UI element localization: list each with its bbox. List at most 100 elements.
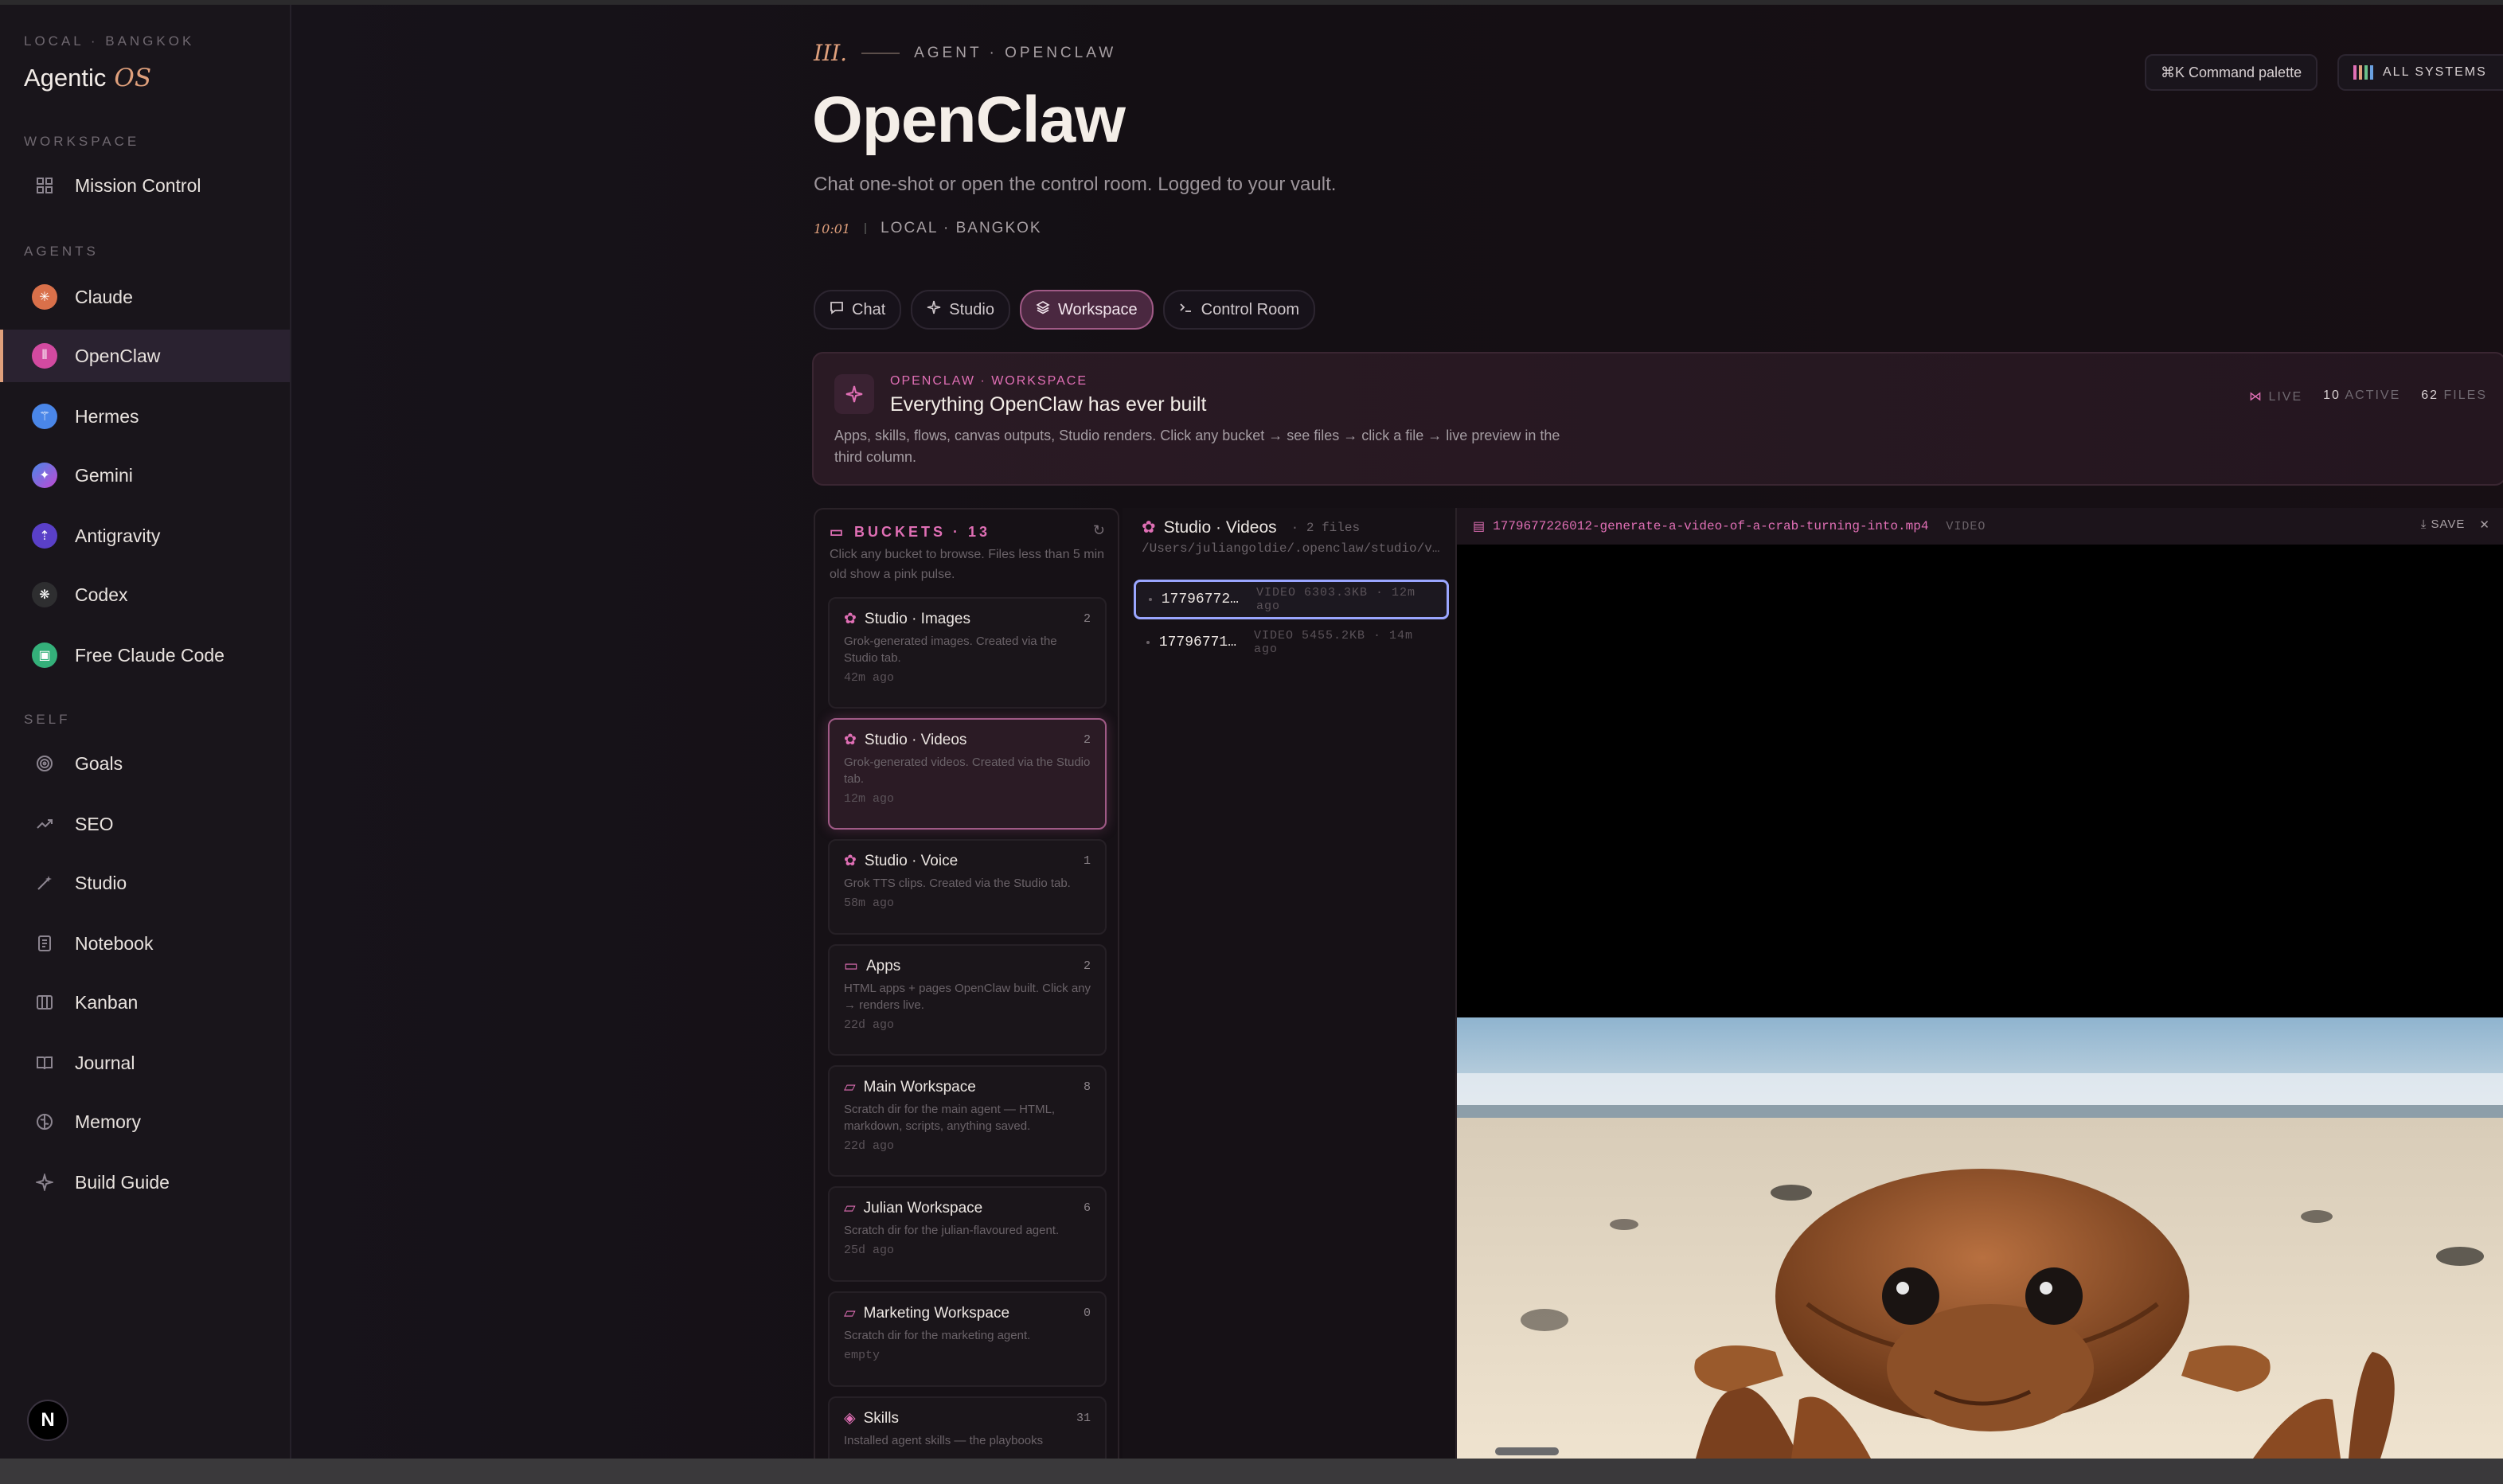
sidebar-item-memory[interactable]: Memory <box>0 1095 290 1148</box>
terminal-icon <box>1179 300 1193 319</box>
bucket-time: 22d ago <box>844 1018 895 1032</box>
page-eyebrow: III. AGENT · OPENCLAW <box>814 40 1116 66</box>
grid-icon <box>32 173 57 198</box>
bucket-card-skills[interactable]: ◈ Skills 31 Installed agent skills — the p… <box>828 1396 1107 1460</box>
trend-icon <box>32 811 57 837</box>
refresh-icon[interactable]: ↻ <box>1093 522 1105 539</box>
sidebar-item-free-claude-code[interactable]: ▣ Free Claude Code <box>0 629 290 681</box>
files-title: Studio · Videos <box>1163 517 1277 537</box>
buckets-hint: Click any bucket to browse. Files less t… <box>830 548 1105 581</box>
sidebar-item-label: Studio <box>75 872 127 893</box>
bucket-count: 1 <box>1083 854 1091 868</box>
bucket-card-main-workspace[interactable]: ▱ Main Workspace 8 Scratch dir for the mai… <box>828 1065 1107 1177</box>
video-frame[interactable] <box>1457 1017 2503 1459</box>
tab-control-room[interactable]: Control Room <box>1162 290 1316 330</box>
location-label: LOCAL · BANGKOK <box>881 220 1042 236</box>
local-time: 10:01 <box>814 221 851 236</box>
bucket-description: Grok TTS clips. Created via the Studio t… <box>844 877 1071 890</box>
bucket-card-julian-workspace[interactable]: ▱ Julian Workspace 6 Scratch dir for the j… <box>828 1186 1107 1282</box>
command-palette-label: ⌘K Command palette <box>2161 64 2302 80</box>
bucket-description: Scratch dir for the julian-flavoured age… <box>844 1224 1060 1237</box>
user-avatar[interactable]: N <box>27 1400 68 1441</box>
bucket-time: 25d ago <box>844 1244 895 1257</box>
tab-chat[interactable]: Chat <box>814 290 902 330</box>
banner-title: Everything OpenClaw has ever built <box>890 393 1207 416</box>
sidebar-item-label: Memory <box>75 1111 142 1132</box>
bucket-description: Grok-generated videos. Created via the S… <box>844 756 1091 786</box>
preview-panel: ▤ 1779677226012-generate-a-video-of-a-cr… <box>1457 508 2503 1459</box>
bucket-count: 31 <box>1076 1412 1091 1425</box>
target-icon <box>32 751 57 776</box>
tab-workspace[interactable]: Workspace <box>1019 290 1154 330</box>
sidebar-item-seo[interactable]: SEO <box>0 798 290 850</box>
buckets-panel: ▭ BUCKETS · 13 ↻ Click any bucket to bro… <box>814 508 1119 1460</box>
files-heading: ✿ Studio · Videos · 2 files <box>1142 517 1360 537</box>
sidebar-item-studio[interactable]: Studio <box>0 857 290 909</box>
system-status-label: ALL SYSTEMS <box>2383 65 2487 79</box>
bucket-card-apps[interactable]: ▭ Apps 2 HTML apps + pages OpenClaw built.… <box>828 944 1107 1056</box>
sidebar-item-claude[interactable]: ✳ Claude <box>0 271 290 323</box>
codex-icon: ❋ <box>32 582 57 607</box>
tab-studio[interactable]: Studio <box>911 290 1010 330</box>
live-indicator: ⋈ LIVE <box>2249 389 2302 404</box>
brand-name: Agentic <box>24 64 107 92</box>
bucket-name: Skills <box>863 1409 899 1427</box>
file-row[interactable]: 17796771… VIDEO 5455.2KB · 14m ago <box>1134 623 1449 662</box>
sidebar-item-label: Journal <box>75 1052 135 1073</box>
folder-icon: ▭ <box>830 524 847 540</box>
sidebar-item-gemini[interactable]: ✦ Gemini <box>0 449 290 502</box>
sidebar-item-journal[interactable]: Journal <box>0 1037 290 1089</box>
layers-icon: ◈ <box>844 1410 856 1427</box>
sidebar-item-antigravity[interactable]: ⇡ Antigravity <box>0 510 290 562</box>
bucket-name: Marketing Workspace <box>863 1304 1010 1322</box>
file-icon: ▤ <box>1473 520 1486 533</box>
sparkle-icon <box>32 1170 57 1195</box>
bucket-card-marketing-workspace[interactable]: ▱ Marketing Workspace 0 Scratch dir for th… <box>828 1291 1107 1387</box>
sidebar-item-notebook[interactable]: Notebook <box>0 917 290 970</box>
bucket-card-studio-voice[interactable]: ✿ Studio · Voice 1 Grok TTS clips. Created… <box>828 839 1107 935</box>
save-button[interactable]: ⤓ SAVE <box>2421 517 2466 532</box>
studio-icon: ✿ <box>1142 518 1156 537</box>
brand-logo[interactable]: Agentic OS <box>24 64 151 92</box>
active-label: ACTIVE <box>2345 389 2401 402</box>
sidebar-item-kanban[interactable]: Kanban <box>0 976 290 1029</box>
sidebar-item-codex[interactable]: ❋ Codex <box>0 568 290 621</box>
bucket-count: 8 <box>1083 1080 1091 1094</box>
bucket-time: 42m ago <box>844 671 895 685</box>
command-palette-button[interactable]: ⌘K Command palette <box>2145 54 2318 91</box>
tab-label: Chat <box>852 300 886 318</box>
sidebar-item-build-guide[interactable]: Build Guide <box>0 1156 290 1209</box>
sidebar-item-hermes[interactable]: ⚚ Hermes <box>0 390 290 443</box>
status-bars-icon <box>2353 65 2373 80</box>
sidebar-item-label: Mission Control <box>75 174 201 196</box>
bucket-card-studio-videos[interactable]: ✿ Studio · Videos 2 Grok-generated videos.… <box>828 718 1107 830</box>
files-count: 62 FILES <box>2421 389 2487 404</box>
sidebar-item-label: Hermes <box>75 405 139 427</box>
brand-os: OS <box>114 64 152 92</box>
sidebar-item-label: Notebook <box>75 932 154 954</box>
sidebar-item-label: OpenClaw <box>75 345 161 366</box>
file-meta: VIDEO 5455.2KB · 14m ago <box>1254 629 1414 656</box>
preview-header: ▤ 1779677226012-generate-a-video-of-a-cr… <box>1457 508 2503 545</box>
sidebar-item-mission-control[interactable]: Mission Control <box>0 159 290 212</box>
file-row[interactable]: 17796772… VIDEO 6303.3KB · 12m ago <box>1134 580 1449 619</box>
sidebar-item-label: Kanban <box>75 991 139 1013</box>
window-bottom-edge <box>0 1459 2503 1484</box>
section-agents: AGENTS <box>24 244 99 259</box>
studio-icon: ✿ <box>844 732 857 748</box>
file-name: 17796772… <box>1161 592 1239 607</box>
bucket-name: Studio · Voice <box>864 852 959 869</box>
file-meta: VIDEO 6303.3KB · 12m ago <box>1255 586 1416 613</box>
horizontal-scrollbar[interactable] <box>1495 1447 1559 1455</box>
eyebrow-label: AGENT · OPENCLAW <box>914 44 1117 61</box>
close-icon[interactable]: ✕ <box>2479 517 2490 532</box>
chat-icon <box>830 300 844 319</box>
folder-icon: ▱ <box>844 1200 856 1216</box>
banner-stats: ⋈ LIVE 10 ACTIVE 62 FILES <box>2249 389 2487 404</box>
sidebar-item-openclaw[interactable]: ⦀ OpenClaw <box>0 330 290 382</box>
bucket-card-studio-images[interactable]: ✿ Studio · Images 2 Grok-generated images.… <box>828 597 1107 709</box>
bucket-name: Julian Workspace <box>863 1199 983 1216</box>
sidebar-item-goals[interactable]: Goals <box>0 737 290 790</box>
system-status-button[interactable]: ALL SYSTEMS <box>2337 54 2503 91</box>
notebook-icon <box>32 931 57 956</box>
